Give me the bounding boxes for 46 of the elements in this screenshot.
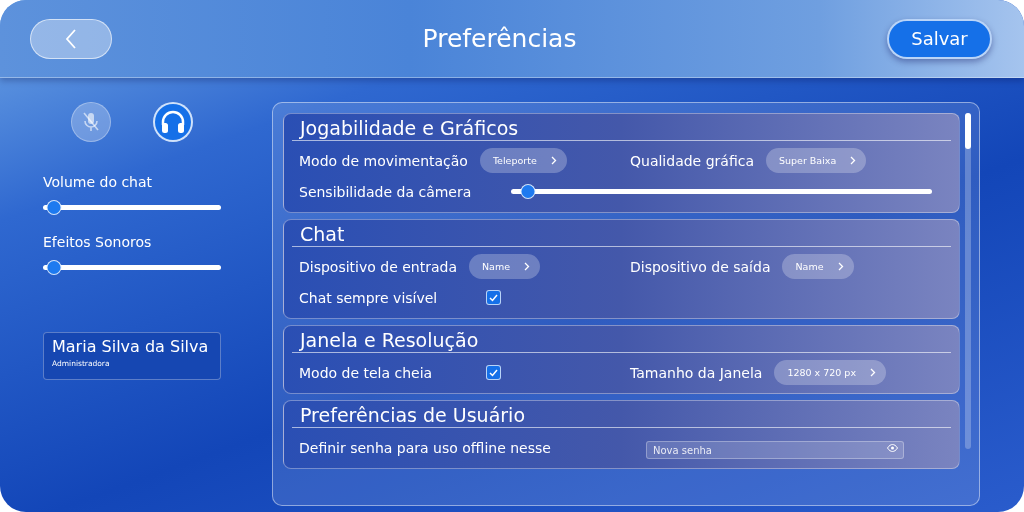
slider-label: Efeitos Sonoros [43, 234, 153, 250]
setting-label: Dispositivo de saída [630, 258, 771, 275]
check-icon [489, 368, 498, 377]
setting-label: Modo de tela cheia [299, 364, 434, 381]
select-button[interactable]: Name [469, 254, 541, 279]
slider-label: Volume do chat [43, 174, 154, 190]
section-title: Preferências de Usuário [292, 402, 951, 428]
slider-thumb[interactable] [46, 260, 62, 275]
slider-thumb[interactable] [46, 200, 62, 215]
select-button[interactable]: Super Baixa [766, 148, 867, 173]
select-button[interactable]: Name [782, 254, 854, 279]
section-title: Jogabilidade e Gráficos [292, 115, 951, 141]
chevron-right-icon [870, 368, 877, 377]
microphone-toggle[interactable] [71, 102, 111, 142]
checkbox[interactable] [486, 365, 501, 380]
setting-label: Definir senha para uso offline nesse [299, 439, 551, 456]
chevron-right-icon [550, 156, 557, 165]
setting-label: Modo de movimentação [299, 152, 468, 169]
muted-microphone-icon [81, 111, 101, 133]
checkbox[interactable] [486, 290, 501, 305]
setting-label: Dispositivo de entrada [299, 258, 457, 275]
select-button[interactable]: Teleporte [479, 148, 567, 173]
setting-label: Sensibilidade da câmera [299, 183, 472, 200]
eye-icon[interactable] [887, 443, 898, 452]
chevron-right-icon [524, 262, 531, 271]
setting-label: Tamanho da Janela [630, 364, 763, 381]
slider[interactable] [43, 260, 221, 275]
back-button[interactable] [30, 18, 112, 59]
chevron-left-icon [65, 27, 77, 50]
headphones-icon [160, 110, 186, 134]
setting-label: Chat sempre visível [299, 289, 439, 306]
chevron-right-icon [850, 156, 857, 165]
slider-thumb[interactable] [520, 184, 536, 199]
save-button[interactable]: Salvar [887, 18, 992, 59]
chevron-right-icon [837, 262, 844, 271]
setting-label: Qualidade gráfica [630, 152, 754, 169]
slider[interactable] [43, 200, 221, 215]
section-title: Chat [292, 221, 951, 247]
headphones-toggle[interactable] [153, 102, 193, 142]
user-name: Maria Silva da Silva [52, 337, 210, 356]
check-icon [489, 293, 498, 302]
page-title: Preferências [422, 24, 577, 53]
scrollbar[interactable] [965, 113, 971, 449]
select-button[interactable]: 1280 x 720 px [774, 360, 887, 385]
slider[interactable] [511, 184, 932, 199]
section-title: Janela e Resolução [292, 327, 951, 353]
